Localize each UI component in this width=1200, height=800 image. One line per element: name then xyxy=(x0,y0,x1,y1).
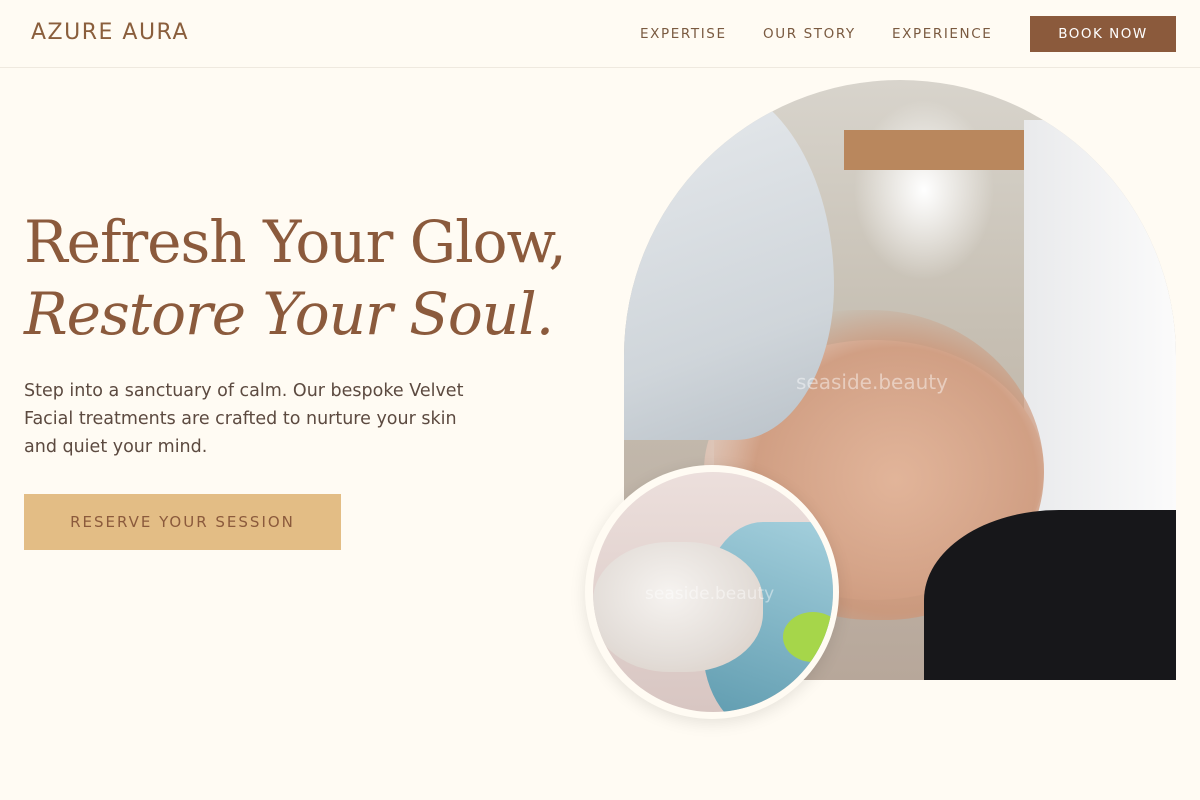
nav-link-experience[interactable]: EXPERIENCE xyxy=(892,26,992,42)
hero-image-watermark: seaside.beauty xyxy=(796,370,948,394)
book-now-button[interactable]: BOOK NOW xyxy=(1030,16,1176,52)
nav-link-our-story[interactable]: OUR STORY xyxy=(763,26,856,42)
hero-headline-line1: Refresh Your Glow, xyxy=(24,208,567,276)
hero-intro-text: Step into a sanctuary of calm. Our bespo… xyxy=(24,381,464,457)
inset-face-shape xyxy=(593,542,763,672)
hero-headline: Refresh Your Glow, Restore Your Soul. xyxy=(24,206,567,350)
hero-shelf-shape xyxy=(844,130,1044,170)
reserve-session-button[interactable]: RESERVE YOUR SESSION xyxy=(24,494,341,550)
page-bottom-space xyxy=(0,680,1200,800)
site-header: AZURE AURA EXPERTISE OUR STORY EXPERIENC… xyxy=(0,0,1200,68)
inset-facial-image: seaside.beauty xyxy=(593,472,833,712)
nav-link-expertise[interactable]: EXPERTISE xyxy=(640,26,727,42)
hero-headline-line2: Restore Your Soul. xyxy=(24,280,554,348)
brand-logo[interactable]: AZURE AURA xyxy=(31,20,189,45)
inset-image-watermark: seaside.beauty xyxy=(645,584,775,604)
